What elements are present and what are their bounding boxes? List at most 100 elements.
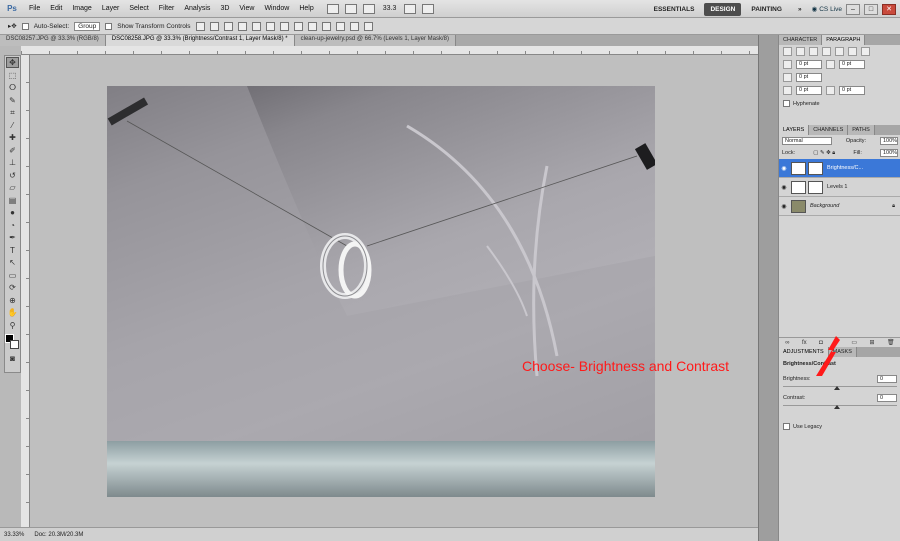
distribute-bottom-icon[interactable] [307,21,317,31]
quick-mask-icon[interactable]: ◙ [6,353,19,364]
tab-paths[interactable]: PATHS [848,125,875,135]
contrast-slider[interactable] [783,405,897,409]
hand-tool-icon[interactable]: ✋ [6,307,19,318]
menu-file[interactable]: File [24,0,45,18]
background-color[interactable] [10,339,19,349]
cs-live-button[interactable]: ◉ CS Live [812,5,842,14]
layer-brightness-contrast[interactable]: ◉ Brightness/C... [779,159,900,178]
tab-layers[interactable]: LAYERS [779,125,810,135]
auto-select-dropdown[interactable]: Group [74,21,101,31]
blur-tool-icon[interactable]: ● [6,207,19,218]
align-left-icon[interactable] [237,21,247,31]
menu-analysis[interactable]: Analysis [179,0,215,18]
align-center-text-icon[interactable] [796,47,805,56]
slider-handle[interactable] [834,386,840,390]
contrast-input[interactable]: 0 [877,394,897,402]
screen-mode-icon[interactable] [422,3,435,14]
space-before-field[interactable]: 0 pt [796,86,822,95]
menu-window[interactable]: Window [259,0,294,18]
tab-paragraph[interactable]: PARAGRAPH [822,35,866,45]
bridge-icon[interactable] [326,3,339,14]
ruler-vertical[interactable] [21,55,30,527]
tab-character[interactable]: CHARACTER [779,35,823,45]
use-legacy-checkbox[interactable] [783,423,790,430]
layer-mask-thumb[interactable] [808,161,823,175]
distribute-vcenter-icon[interactable] [293,21,303,31]
align-bottom-icon[interactable] [223,21,233,31]
workspace-painting[interactable]: PAINTING [745,3,788,16]
space-after-field[interactable]: 0 pt [839,86,865,95]
indent-left-field[interactable]: 0 pt [796,60,822,69]
distribute-top-icon[interactable] [279,21,289,31]
tab-doc-2[interactable]: DSC08258.JPG @ 33.3% (Brightness/Contras… [105,35,295,46]
menu-3d[interactable]: 3D [215,0,234,18]
align-right-text-icon[interactable] [809,47,818,56]
auto-select-checkbox[interactable] [21,22,29,30]
delete-layer-icon[interactable]: 🗑︎ [887,339,895,346]
align-right-icon[interactable] [265,21,275,31]
brightness-slider[interactable] [783,386,897,390]
distribute-hcenter-icon[interactable] [335,21,345,31]
new-layer-icon[interactable]: ⊞ [870,339,875,346]
layer-levels[interactable]: ◉ Levels 1 [779,178,900,197]
brightness-input[interactable]: 0 [877,375,897,383]
tab-doc-1[interactable]: DSC08257.JPG @ 33.3% (RGB/8) [0,35,106,46]
visibility-eye-icon[interactable]: ◉ [779,184,789,191]
menu-edit[interactable]: Edit [45,0,67,18]
link-layers-icon[interactable]: ∞ [785,340,789,346]
workspace-more-icon[interactable]: » [792,3,808,16]
move-tool-icon[interactable]: ✥ [6,57,19,68]
menu-layer[interactable]: Layer [97,0,125,18]
3d-orbit-tool-icon[interactable]: ⊕ [6,295,19,306]
distribute-right-icon[interactable] [349,21,359,31]
dodge-tool-icon[interactable]: ◔ [6,220,19,231]
workspace-design[interactable]: DESIGN [704,2,742,16]
history-brush-tool-icon[interactable]: ↺ [6,170,19,181]
color-swatches[interactable] [5,333,20,350]
show-transform-checkbox[interactable] [105,22,113,30]
slider-handle[interactable] [834,405,840,409]
marquee-tool-icon[interactable]: ⬚ [6,70,19,81]
justify-all-icon[interactable] [861,47,870,56]
indent-right-field[interactable]: 0 pt [839,60,865,69]
crop-tool-icon[interactable]: ⌗ [6,107,19,118]
gradient-tool-icon[interactable]: ▤ [6,195,19,206]
justify-center-icon[interactable] [835,47,844,56]
align-left-text-icon[interactable] [783,47,792,56]
zoom-level[interactable]: 33.3 [381,5,399,12]
menu-filter[interactable]: Filter [154,0,180,18]
menu-select[interactable]: Select [124,0,153,18]
minimize-button[interactable]: – [846,3,860,15]
layer-background[interactable]: ◉ Background 🔒︎ [779,197,900,216]
align-vcenter-icon[interactable] [209,21,219,31]
visibility-eye-icon[interactable]: ◉ [779,165,789,172]
menu-view[interactable]: View [234,0,259,18]
justify-right-icon[interactable] [848,47,857,56]
distribute-left-icon[interactable] [321,21,331,31]
brush-tool-icon[interactable]: ✐ [6,145,19,156]
justify-left-icon[interactable] [822,47,831,56]
fx-icon[interactable]: fx [802,340,807,346]
move-tool-icon[interactable]: ▸✥ [8,22,17,30]
close-button[interactable]: ✕ [882,3,896,15]
lasso-tool-icon[interactable]: ⵔ [6,82,19,93]
menu-help[interactable]: Help [294,0,318,18]
path-select-tool-icon[interactable]: ↖ [6,257,19,268]
hyphenate-checkbox[interactable] [783,100,790,107]
tab-doc-3[interactable]: clean-up-jewelry.psd @ 66.7% (Levels 1, … [294,35,457,46]
workspace-essentials[interactable]: ESSENTIALS [648,3,701,16]
align-hcenter-icon[interactable] [251,21,261,31]
ruler-horizontal[interactable] [21,46,758,55]
layer-mask-thumb[interactable] [808,180,823,194]
healing-brush-tool-icon[interactable]: ✚ [6,132,19,143]
shape-tool-icon[interactable]: ▭ [6,270,19,281]
quick-select-tool-icon[interactable]: ✎ [6,95,19,106]
visibility-eye-icon[interactable]: ◉ [779,203,789,210]
fill-field[interactable]: 100% [879,149,898,157]
blend-mode-select[interactable]: Normal [782,137,832,145]
tab-channels[interactable]: CHANNELS [809,125,849,135]
arrange-icon[interactable] [404,3,417,14]
new-group-icon[interactable]: ▭ [851,339,857,346]
eyedropper-tool-icon[interactable]: ⁄ [6,120,19,131]
zoom-tool-icon[interactable]: ⚲ [6,320,19,331]
